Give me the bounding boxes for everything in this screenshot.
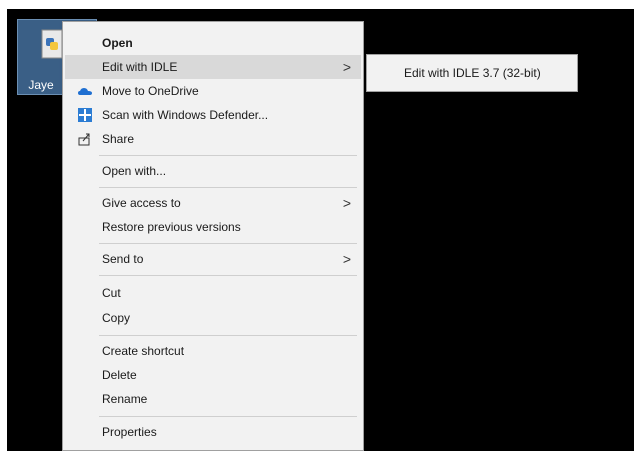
menu-item-restore-previous[interactable]: Restore previous versions [65, 215, 361, 239]
share-icon [78, 133, 90, 146]
menu-item-label: Cut [102, 286, 121, 300]
menu-item-edit-with-idle[interactable]: Edit with IDLE > [65, 55, 361, 79]
menu-item-give-access[interactable]: Give access to > [65, 191, 361, 215]
menu-item-open[interactable]: Open [65, 31, 361, 55]
menu-item-label: Open with... [102, 164, 167, 178]
menu-item-label: Edit with IDLE [102, 60, 178, 74]
file-label: Jaye [28, 78, 54, 92]
chevron-right-icon: > [342, 59, 351, 75]
menu-item-label: Restore previous versions [102, 220, 241, 234]
menu-item-label: Share [102, 132, 135, 146]
menu-item-share[interactable]: Share [65, 127, 361, 151]
desktop: Jaye Open Edit with IDLE > Move to OneDr… [7, 9, 634, 451]
menu-item-label: Send to [102, 252, 144, 266]
chevron-right-icon: > [342, 251, 351, 267]
menu-item-label: Open [102, 36, 133, 50]
menu-item-delete[interactable]: Delete [65, 363, 361, 387]
menu-separator [99, 243, 357, 244]
menu-item-label: Edit with IDLE 3.7 (32-bit) [404, 66, 541, 80]
menu-item-open-with[interactable]: Open with... [65, 159, 361, 183]
menu-item-create-shortcut[interactable]: Create shortcut [65, 339, 361, 363]
menu-separator [99, 155, 357, 156]
windows-defender-icon [78, 108, 92, 122]
menu-item-rename[interactable]: Rename [65, 387, 361, 411]
menu-item-send-to[interactable]: Send to > [65, 247, 361, 271]
menu-separator [99, 335, 357, 336]
menu-item-label: Delete [102, 368, 137, 382]
menu-item-copy[interactable]: Copy [65, 306, 361, 330]
menu-item-scan-defender[interactable]: Scan with Windows Defender... [65, 103, 361, 127]
menu-item-label: Rename [102, 392, 148, 406]
python-logo-icon [41, 29, 63, 59]
menu-item-label: Copy [102, 311, 131, 325]
menu-item-label: Create shortcut [102, 344, 185, 358]
menu-item-label: Move to OneDrive [102, 84, 199, 98]
context-menu: Open Edit with IDLE > Move to OneDrive S… [62, 21, 364, 451]
menu-item-label: Scan with Windows Defender... [102, 108, 269, 122]
menu-separator [99, 187, 357, 188]
chevron-right-icon: > [342, 195, 351, 211]
menu-item-properties[interactable]: Properties [65, 420, 361, 444]
onedrive-cloud-icon [78, 88, 92, 95]
idle-submenu: Edit with IDLE 3.7 (32-bit) [366, 54, 578, 92]
submenu-item-edit-with-idle-37[interactable]: Edit with IDLE 3.7 (32-bit) [369, 61, 575, 85]
menu-item-move-to-onedrive[interactable]: Move to OneDrive [65, 79, 361, 103]
menu-separator [99, 416, 357, 417]
menu-item-label: Give access to [102, 196, 181, 210]
menu-item-label: Properties [102, 425, 157, 439]
menu-item-cut[interactable]: Cut [65, 281, 361, 305]
menu-separator [99, 275, 357, 276]
